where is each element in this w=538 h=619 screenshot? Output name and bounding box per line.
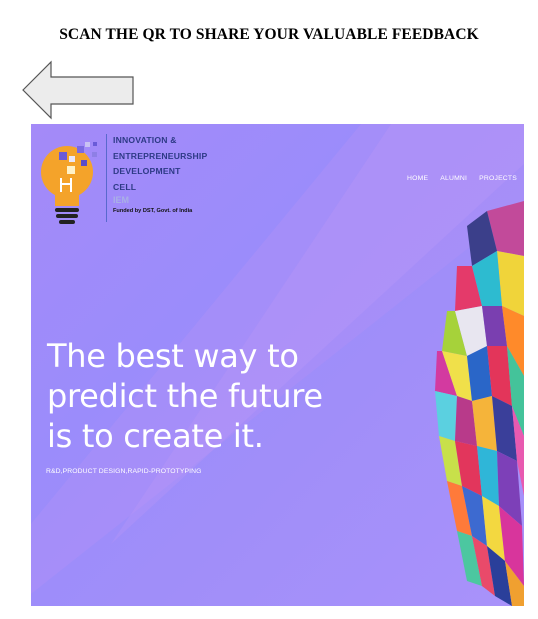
logo-line-1: INNOVATION &: [113, 135, 177, 145]
top-nav: HOME ALUMNI PROJECTS: [407, 175, 517, 182]
nav-projects[interactable]: PROJECTS: [479, 175, 517, 182]
logo-text-block: INNOVATION & ENTREPRENEURSHIP DEVELOPMEN…: [113, 133, 273, 216]
logo-line-2: ENTREPRENEURSHIP: [113, 150, 208, 161]
headline-line-3: is to create it.: [47, 417, 264, 455]
hero-tagline: R&D,PRODUCT DESIGN,RAPID-PROTOTYPING: [46, 468, 202, 475]
nav-alumni[interactable]: ALUMNI: [440, 175, 467, 182]
logo-funded: Funded by DST, Govt. of India: [113, 208, 193, 214]
lightbulb-logo-icon: [41, 142, 97, 224]
logo-divider: [106, 134, 107, 222]
website-hero-screenshot[interactable]: INNOVATION & ENTREPRENEURSHIP DEVELOPMEN…: [31, 124, 524, 606]
headline-line-1: The best way to: [47, 337, 299, 375]
logo-line-3: DEVELOPMENT: [113, 166, 181, 176]
nav-home[interactable]: HOME: [407, 175, 428, 182]
hero-headline: The best way to predict the future is to…: [47, 336, 387, 456]
polygonal-face-illustration: [435, 201, 524, 606]
page-instruction: SCAN THE QR TO SHARE YOUR VALUABLE FEEDB…: [59, 26, 479, 43]
logo-org: IEM: [113, 195, 130, 205]
left-arrow-icon: [22, 60, 134, 120]
logo-line-4: CELL: [113, 181, 137, 192]
headline-line-2: predict the future: [47, 377, 323, 415]
